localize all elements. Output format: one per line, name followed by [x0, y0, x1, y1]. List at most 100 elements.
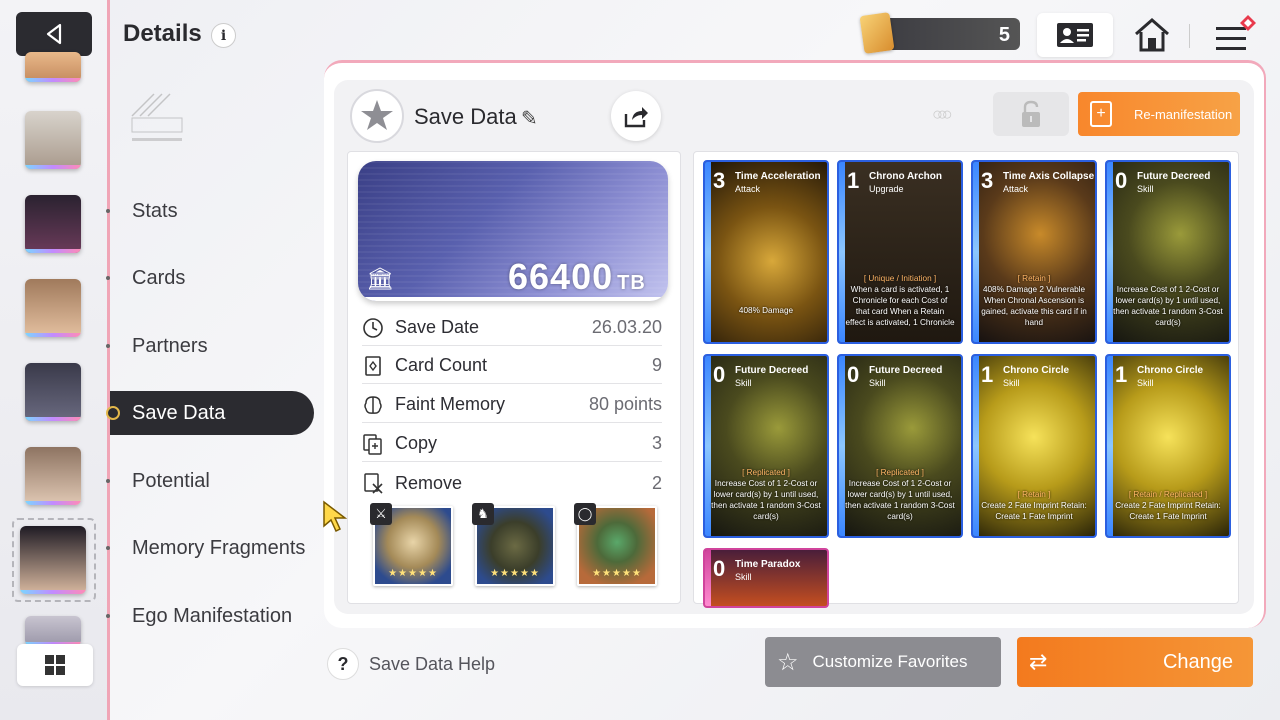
card-cost: 0: [1115, 168, 1128, 193]
nav-item-potential[interactable]: Potential: [106, 459, 314, 503]
card-cost: 0: [713, 556, 726, 581]
stat-value: 9: [651, 355, 662, 375]
card-type: Skill: [1137, 378, 1154, 388]
character-portrait[interactable]: [25, 616, 81, 646]
deck-card[interactable]: 0 Future Decreed Skill [ Replicated ] Inc…: [703, 354, 829, 538]
card-desc-text: Increase Cost of 1 2-Cost or lower card(…: [1113, 285, 1223, 327]
menu-button[interactable]: [1206, 13, 1262, 57]
divider: [1189, 24, 1190, 48]
card-name: Chrono Circle: [1003, 365, 1070, 376]
help-label: Save Data Help: [369, 653, 496, 674]
character-rail: [0, 0, 108, 720]
card-name: Time Acceleration: [735, 171, 821, 182]
deck-card[interactable]: 0 Future Decreed Skill [ Replicated ] Inc…: [837, 354, 963, 538]
character-portrait[interactable]: [25, 111, 81, 169]
ticket-icon: [859, 12, 895, 54]
card-desc-text: 408% Damage: [738, 306, 794, 315]
card-cost: 0: [847, 362, 860, 387]
deck-card[interactable]: 0 Time Paradox Skill: [703, 548, 829, 608]
grid-view-button[interactable]: [17, 644, 93, 686]
change-button[interactable]: ⇄ Change: [1017, 637, 1253, 687]
nav-item-label: Memory Fragments: [132, 536, 306, 559]
nav-item-save-data[interactable]: Save Data: [106, 391, 314, 435]
character-portrait[interactable]: [25, 447, 81, 505]
favorites-label: Customize Favorites: [812, 652, 968, 671]
card-tag: [ Replicated ]: [742, 468, 790, 477]
card-description: [ Retain ] 408% Damage 2 Vulnerable When …: [979, 273, 1089, 328]
nav-item-cards[interactable]: Cards: [106, 256, 314, 300]
card-desc-text: Increase Cost of 1 2-Cost or lower card(…: [845, 479, 955, 521]
stat-label: Faint Memory: [395, 394, 506, 414]
character-portrait[interactable]: [25, 52, 81, 82]
profile-card-button[interactable]: [1037, 13, 1113, 57]
save-data-help[interactable]: ? Save Data Help: [327, 648, 495, 680]
nav-item-stats[interactable]: Stats: [106, 189, 314, 233]
character-portrait[interactable]: [25, 279, 81, 337]
nav-item-memory-fragments[interactable]: Memory Fragments: [106, 526, 324, 570]
nav-dot: [106, 546, 110, 550]
share-button[interactable]: [611, 91, 661, 141]
nav-dot: [106, 209, 110, 213]
card-name: Time Paradox: [735, 559, 801, 570]
back-button[interactable]: [16, 12, 92, 56]
card-type: Skill: [735, 572, 752, 582]
copy-icon: [362, 433, 384, 455]
character-portrait-selected[interactable]: [20, 526, 86, 594]
character-portrait[interactable]: [25, 195, 81, 253]
edit-pencil-icon[interactable]: ✎: [521, 106, 538, 131]
card-type: Skill: [869, 378, 886, 388]
star-pencil-icon: ☆: [777, 648, 799, 676]
nav-item-partners[interactable]: Partners: [106, 324, 314, 368]
deck-card[interactable]: 3 Time Acceleration Attack 408% Damage: [703, 160, 829, 344]
card-name: Future Decreed: [1137, 171, 1211, 182]
menu-icon: [1216, 15, 1256, 50]
back-arrow-icon: [46, 23, 62, 45]
nav-item-label: Potential: [132, 469, 210, 492]
home-button[interactable]: [1130, 13, 1174, 57]
grid-icon: [45, 655, 65, 675]
nav-dot: [106, 344, 110, 348]
deck-card[interactable]: 1 Chrono Archon Upgrade [ Unique / Initi…: [837, 160, 963, 344]
star-icon: [361, 100, 393, 130]
capacity-number: 66400: [508, 256, 614, 297]
stat-label: Save Date: [395, 317, 480, 337]
info-icon[interactable]: i: [211, 23, 236, 48]
remove-icon: [362, 472, 384, 494]
stat-value: 3: [651, 433, 662, 453]
deck-card[interactable]: 3 Time Axis Collapse Attack [ Retain ] 40…: [971, 160, 1097, 344]
emblem-icon: [131, 93, 183, 141]
card-desc-text: Create 2 Fate Imprint Retain: Create 1 F…: [1115, 501, 1221, 521]
remanifestation-button[interactable]: + Re-manifestation: [1078, 92, 1240, 136]
card-description: [ Replicated ] Increase Cost of 1 2-Cost …: [845, 467, 955, 522]
lock-button[interactable]: [993, 92, 1069, 136]
help-icon: ?: [327, 648, 359, 680]
currency-value: 5: [998, 24, 1010, 46]
armor-icon: ♞: [472, 503, 494, 525]
card-cost: 3: [713, 168, 726, 193]
card-edge: [705, 550, 711, 606]
deck-card[interactable]: 1 Chrono Circle Skill [ Retain ] Create 2…: [971, 354, 1097, 538]
sword-icon: ⚔: [370, 503, 392, 525]
card-name: Future Decreed: [735, 365, 809, 376]
nav-dot: [106, 614, 110, 618]
stat-value: 26.03.20: [591, 317, 662, 337]
card-description: 408% Damage: [711, 305, 821, 316]
customize-favorites-button[interactable]: ☆ Customize Favorites: [765, 637, 1001, 687]
equipment-stars: ★★★★★: [592, 568, 642, 579]
page-title: Details: [123, 20, 202, 47]
nav-item-ego-manifestation[interactable]: Ego Manifestation: [106, 594, 314, 638]
character-portrait[interactable]: [25, 363, 81, 421]
capacity-unit: TB: [617, 272, 646, 294]
deck-card[interactable]: 0 Future Decreed Skill Increase Cost of …: [1105, 160, 1231, 344]
nav-dot: [106, 479, 110, 483]
card-description: [ Retain ] Create 2 Fate Imprint Retain: …: [979, 489, 1089, 522]
card-tag: [ Replicated ]: [876, 468, 924, 477]
deck-card[interactable]: 1 Chrono Circle Skill [ Retain / Replica…: [1105, 354, 1231, 538]
remanifestation-label: Re-manifestation: [1134, 106, 1233, 122]
clock-icon: [362, 317, 384, 339]
nav-item-label: Stats: [132, 199, 178, 222]
equipment-stars: ★★★★★: [490, 568, 540, 579]
card-description: [ Replicated ] Increase Cost of 1 2-Cost …: [711, 467, 821, 522]
card-description: [ Unique / Initiation ] When a card is ac…: [845, 273, 955, 328]
card-type: Attack: [735, 184, 761, 194]
